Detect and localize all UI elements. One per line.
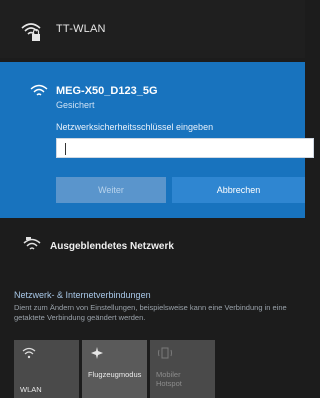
quick-action-mobile-hotspot[interactable]: Mobiler Hotspot <box>150 340 215 398</box>
network-settings-link[interactable]: Netzwerk- & Internetverbindungen <box>14 290 151 300</box>
hidden-network-label: Ausgeblendetes Netzwerk <box>50 241 174 252</box>
next-button[interactable]: Weiter <box>56 177 166 203</box>
network-item-tt-wlan[interactable]: TT-WLAN <box>0 0 305 58</box>
network-name: TT-WLAN <box>56 23 106 35</box>
quick-action-flight-mode[interactable]: Flugzeugmodus <box>82 340 147 398</box>
cancel-button[interactable]: Abbrechen <box>172 177 305 203</box>
network-item-selected[interactable]: MEG-X50_D123_5G Gesichert Netzwerksicher… <box>0 62 314 218</box>
wifi-hidden-icon <box>23 237 41 250</box>
wifi-secured-icon <box>21 23 41 41</box>
network-item-hidden[interactable]: Ausgeblendetes Netzwerk <box>0 220 305 270</box>
security-key-label: Netzwerksicherheitsschlüssel eingeben <box>56 122 214 132</box>
network-status: Gesichert <box>56 100 95 110</box>
hotspot-icon <box>158 347 172 359</box>
airplane-icon <box>91 347 103 359</box>
wifi-icon <box>22 347 36 359</box>
quick-action-wlan[interactable]: WLAN <box>14 340 79 398</box>
quick-action-label: Flugzeugmodus <box>88 370 142 379</box>
network-settings-description: Dient zum Ändern von Einstellungen, beis… <box>14 303 287 322</box>
quick-action-label: WLAN <box>20 385 42 394</box>
network-ssid: MEG-X50_D123_5G <box>56 85 158 97</box>
quick-action-label: Mobiler Hotspot <box>156 370 182 388</box>
wifi-secured-icon <box>30 84 48 96</box>
security-key-input[interactable] <box>56 138 314 158</box>
text-caret <box>65 143 66 155</box>
